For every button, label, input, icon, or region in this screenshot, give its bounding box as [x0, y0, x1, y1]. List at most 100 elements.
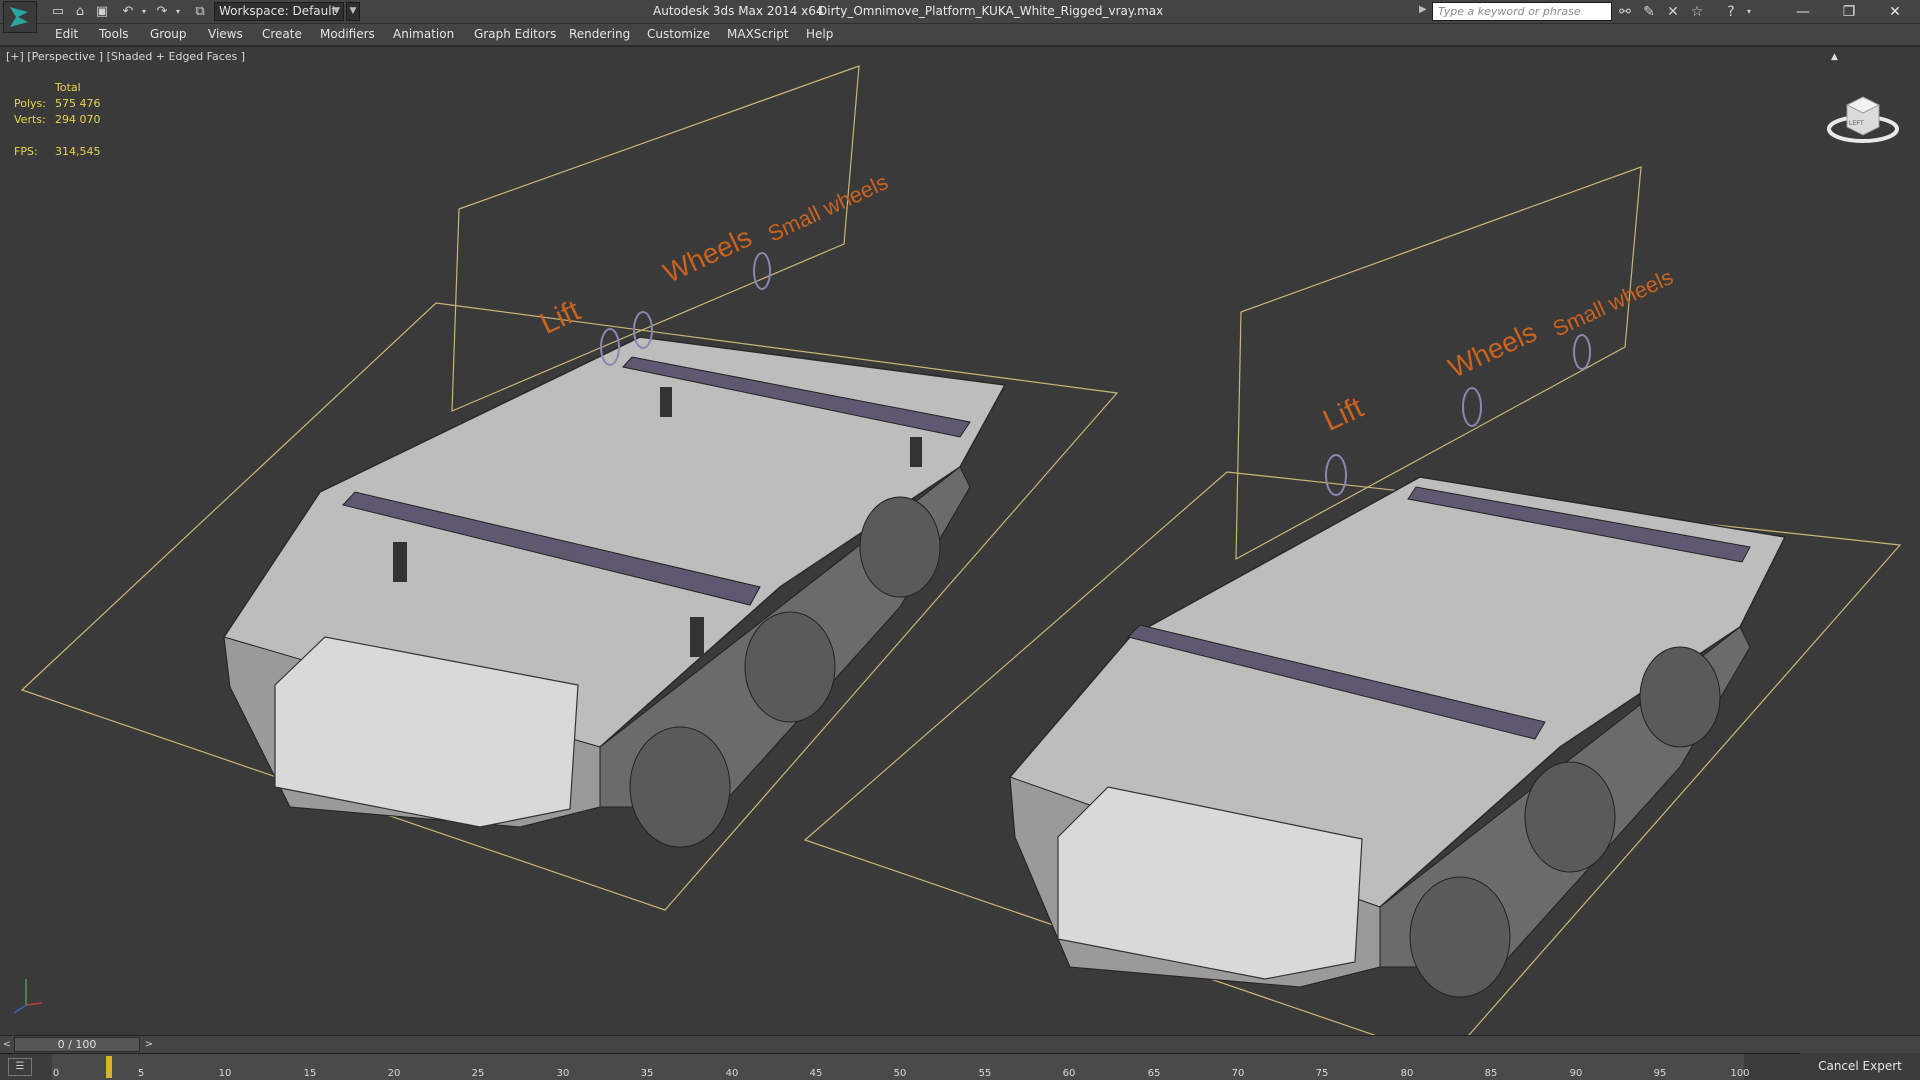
tick-label: 60 — [1062, 1068, 1076, 1079]
viewcube-face-label: LEFT — [1849, 121, 1864, 127]
left-wheel-1 — [629, 726, 731, 848]
left-rig-lift-label[interactable]: Lift — [535, 294, 586, 341]
redo-dropdown-icon[interactable]: ▾ — [170, 4, 186, 20]
next-frame-icon[interactable]: > — [142, 1037, 156, 1052]
cancel-expert-mode-button[interactable]: Cancel Expert Mode — [1800, 1053, 1920, 1080]
time-slider[interactable]: 0 / 100 — [14, 1037, 140, 1052]
close-icon[interactable]: ✕ — [1872, 0, 1918, 24]
track-bar: ☰ 0 5 10 15 20 25 30 35 40 45 50 55 60 6… — [0, 1053, 1920, 1080]
tick-label: 20 — [387, 1068, 401, 1079]
binoculars-icon[interactable]: ⚯ — [1616, 3, 1634, 21]
viewport-label[interactable]: [+] [Perspective ] [Shaded + Edged Faces… — [6, 50, 245, 63]
mini-curve-editor-icon[interactable]: ☰ — [8, 1058, 32, 1076]
menu-tools[interactable]: Tools — [99, 27, 129, 41]
menu-customize[interactable]: Customize — [647, 27, 710, 41]
tick-label: 65 — [1147, 1068, 1161, 1079]
stats-verts-label: Verts: — [14, 113, 46, 126]
undo-dropdown-icon[interactable]: ▾ — [136, 4, 152, 20]
menu-create[interactable]: Create — [262, 27, 302, 41]
tick-label: 95 — [1653, 1068, 1667, 1079]
tick-label: 85 — [1484, 1068, 1498, 1079]
tick-label: 40 — [725, 1068, 739, 1079]
left-wheel-2 — [744, 611, 836, 723]
menu-help[interactable]: Help — [806, 27, 833, 41]
help-icon[interactable]: ? — [1722, 3, 1740, 21]
lock-icon[interactable]: ▲ — [1831, 52, 1841, 62]
new-file-icon[interactable]: ▭ — [50, 4, 66, 20]
tick-label: 35 — [640, 1068, 654, 1079]
axis-tripod-icon — [13, 979, 43, 1014]
tick-label: 45 — [809, 1068, 823, 1079]
search-expand-icon[interactable]: ▶ — [1419, 4, 1427, 15]
open-file-icon[interactable]: ⌂ — [72, 4, 88, 20]
frame-ruler[interactable]: 0 5 10 15 20 25 30 35 40 45 50 55 60 65 … — [52, 1054, 1750, 1080]
viewcube[interactable]: LEFT — [1823, 77, 1903, 157]
save-file-icon[interactable]: ▣ — [94, 4, 110, 20]
search-input[interactable]: Type a keyword or phrase — [1432, 2, 1612, 21]
current-frame-marker[interactable] — [106, 1056, 112, 1078]
right-wheel-1 — [1409, 876, 1511, 998]
favorites-star-icon[interactable]: ☆ — [1688, 3, 1706, 21]
tick-label: 25 — [471, 1068, 485, 1079]
time-slider-bar: < 0 / 100 > — [0, 1035, 1920, 1053]
tick-label: 55 — [978, 1068, 992, 1079]
previous-frame-icon[interactable]: < — [0, 1037, 14, 1052]
3ds-max-logo-icon — [10, 7, 28, 27]
menu-animation[interactable]: Animation — [393, 27, 454, 41]
menu-rendering[interactable]: Rendering — [569, 27, 630, 41]
menu-group[interactable]: Group — [150, 27, 187, 41]
left-rig-wheels-label[interactable]: Wheels — [659, 221, 757, 289]
tick-label: 0 — [52, 1068, 60, 1079]
right-rig-small-wheels-label[interactable]: Small wheels — [1549, 264, 1677, 341]
scene-render: Lift Wheels Small wheels Lift Wheels Sma… — [20, 65, 1902, 1035]
left-lift-post-2 — [690, 617, 704, 657]
right-rig-wheels-control[interactable] — [1462, 387, 1482, 427]
file-title: Dirty_Omnimove_Platform_KUKA_White_Rigge… — [818, 4, 1164, 18]
menu-modifiers[interactable]: Modifiers — [320, 27, 375, 41]
right-rig-wheels-label[interactable]: Wheels — [1444, 316, 1542, 384]
title-bar: ▭ ⌂ ▣ ↶ ▾ ↷ ▾ ⧉ Workspace: Default ▼ ▼ A… — [0, 0, 1920, 33]
left-lift-post-4 — [910, 437, 922, 467]
left-lift-post-1 — [393, 542, 407, 582]
minimize-icon[interactable]: — — [1780, 0, 1826, 24]
redo-icon[interactable]: ↷ — [154, 4, 170, 20]
perspective-viewport[interactable]: Lift Wheels Small wheels Lift Wheels Sma… — [0, 47, 1920, 1035]
right-rig-small-wheels-control[interactable] — [1573, 334, 1591, 370]
tick-label: 100 — [1730, 1068, 1750, 1079]
right-rig-lift-label[interactable]: Lift — [1318, 391, 1369, 438]
tick-label: 15 — [303, 1068, 317, 1079]
tick-label: 90 — [1569, 1068, 1583, 1079]
toolbar-overflow-button[interactable]: ▼ — [346, 2, 360, 21]
left-lift-post-3 — [660, 387, 672, 417]
stats-polys-label: Polys: — [14, 97, 46, 110]
project-folder-icon[interactable]: ⧉ — [192, 4, 208, 20]
tick-label: 5 — [137, 1068, 145, 1079]
stats-polys-value: 575 476 — [55, 97, 101, 110]
menu-maxscript[interactable]: MAXScript — [727, 27, 789, 41]
left-model: Lift Wheels Small wheels — [20, 65, 1119, 911]
tick-label: 80 — [1400, 1068, 1414, 1079]
stats-fps-label: FPS: — [14, 145, 38, 158]
workspace-dropdown[interactable]: Workspace: Default ▼ — [214, 2, 344, 21]
app-logo-button[interactable] — [3, 1, 37, 33]
menu-edit[interactable]: Edit — [55, 27, 78, 41]
menu-bar: Edit Tools Group Views Create Modifiers … — [0, 24, 1920, 46]
right-wheel-3 — [1639, 646, 1721, 748]
help-dropdown-icon[interactable]: ▾ — [1740, 3, 1758, 21]
menu-graph-editors[interactable]: Graph Editors — [474, 27, 556, 41]
right-rig-lift-control[interactable] — [1325, 454, 1347, 496]
left-rig-small-wheels-label[interactable]: Small wheels — [764, 169, 892, 246]
restore-icon[interactable]: ❐ — [1826, 0, 1872, 24]
subscription-icon[interactable]: ✎ — [1640, 3, 1658, 21]
undo-icon[interactable]: ↶ — [120, 4, 136, 20]
app-title: Autodesk 3ds Max 2014 x64 — [653, 4, 824, 18]
stats-verts-value: 294 070 — [55, 113, 101, 126]
communication-center-icon[interactable]: ✕ — [1664, 3, 1682, 21]
menu-views[interactable]: Views — [208, 27, 243, 41]
tick-label: 30 — [556, 1068, 570, 1079]
tick-label: 70 — [1231, 1068, 1245, 1079]
tick-label: 75 — [1315, 1068, 1329, 1079]
left-rig-small-wheels-control[interactable] — [753, 252, 771, 290]
tick-label: 50 — [893, 1068, 907, 1079]
stats-fps-value: 314,545 — [55, 145, 101, 158]
